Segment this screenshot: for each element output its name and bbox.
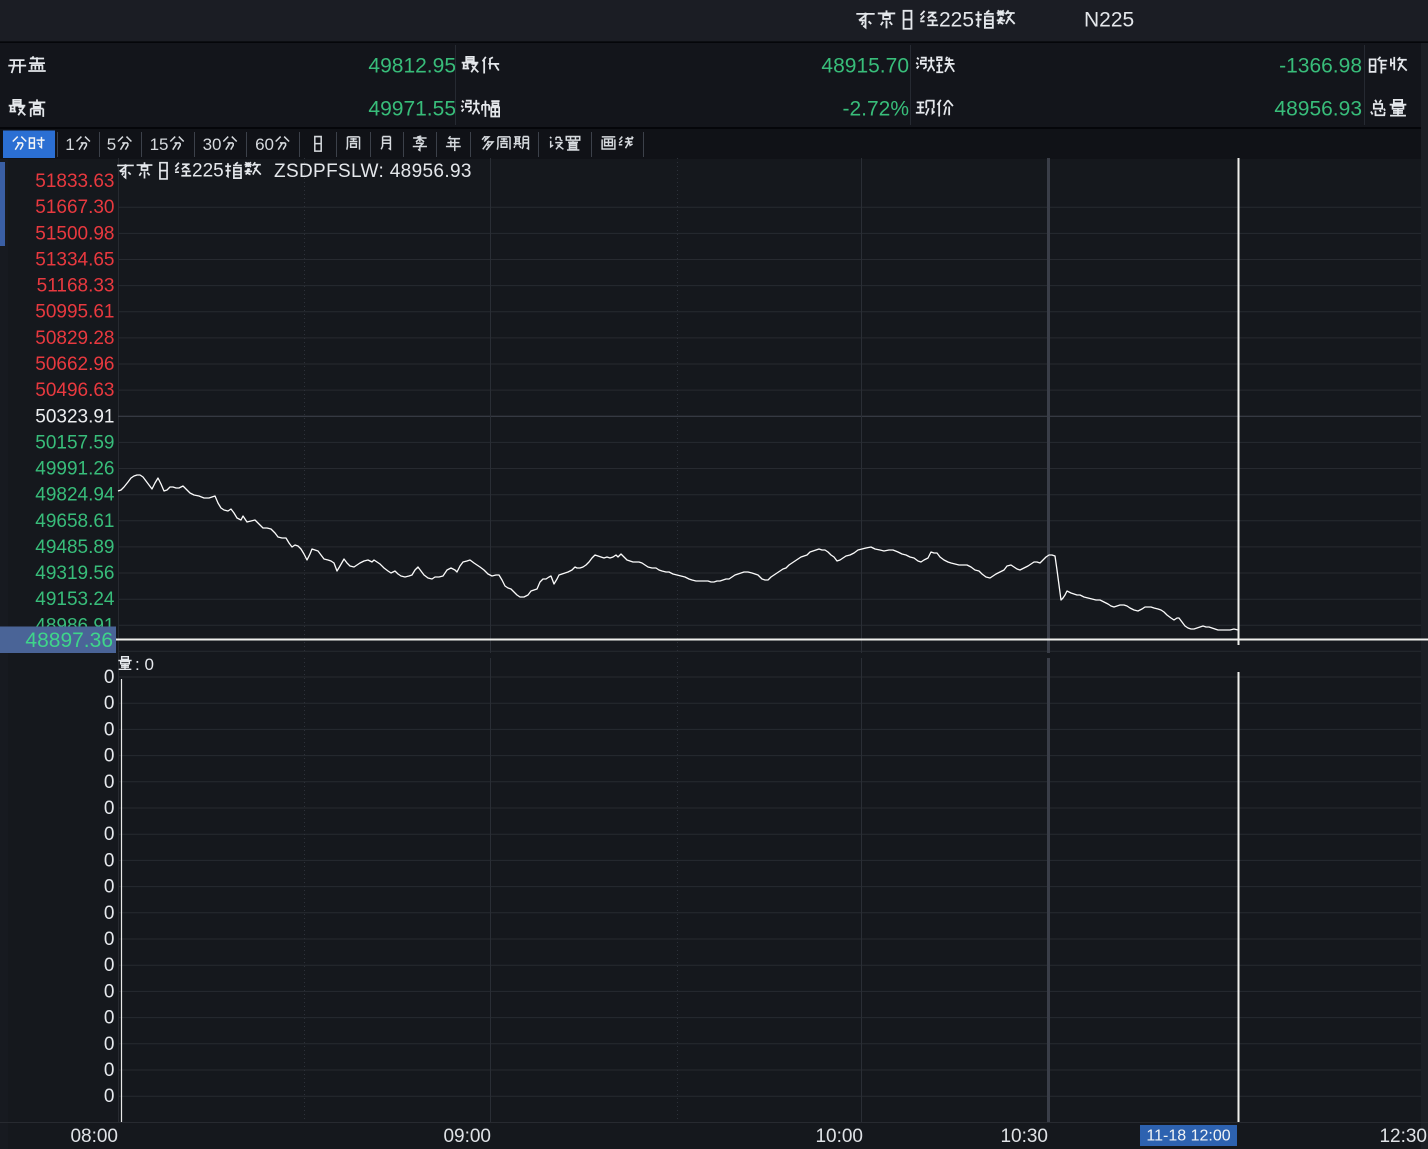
svg-text:5: 5 xyxy=(107,135,116,154)
svg-text:49824.94: 49824.94 xyxy=(35,485,115,506)
svg-text:0: 0 xyxy=(104,1060,115,1081)
svg-text:49812.95: 49812.95 xyxy=(368,55,456,78)
svg-text:51500.98: 51500.98 xyxy=(35,223,114,244)
svg-text:30: 30 xyxy=(203,135,222,154)
svg-text:0: 0 xyxy=(104,903,115,924)
svg-text:10:00: 10:00 xyxy=(815,1126,863,1147)
svg-text:60: 60 xyxy=(255,135,274,154)
svg-text:225: 225 xyxy=(939,9,974,32)
svg-text:50662.96: 50662.96 xyxy=(35,354,114,375)
svg-text:51833.63: 51833.63 xyxy=(35,171,114,192)
svg-text:48897.36: 48897.36 xyxy=(25,629,113,652)
svg-text:49971.55: 49971.55 xyxy=(368,98,456,121)
svg-text:0: 0 xyxy=(104,798,115,819)
svg-text:50995.61: 50995.61 xyxy=(35,302,114,323)
svg-text:ZSDPFSLW: 48956.93: ZSDPFSLW: 48956.93 xyxy=(274,161,472,182)
svg-text:-1366.98: -1366.98 xyxy=(1279,55,1362,78)
svg-text:10:30: 10:30 xyxy=(1000,1126,1048,1147)
svg-text:51168.33: 51168.33 xyxy=(37,276,115,297)
svg-text:: 0: : 0 xyxy=(135,655,154,674)
svg-text:48956.93: 48956.93 xyxy=(1274,98,1362,121)
svg-text:15: 15 xyxy=(150,135,169,154)
svg-text:0: 0 xyxy=(104,719,115,740)
svg-text:50829.28: 50829.28 xyxy=(35,328,114,349)
svg-text:0: 0 xyxy=(104,1008,115,1029)
svg-text:49485.89: 49485.89 xyxy=(35,537,114,558)
svg-text:09:00: 09:00 xyxy=(443,1126,491,1147)
svg-text:0: 0 xyxy=(104,824,115,845)
svg-text:49991.26: 49991.26 xyxy=(35,459,114,480)
svg-text:0: 0 xyxy=(104,772,115,793)
svg-text:51667.30: 51667.30 xyxy=(35,197,114,218)
svg-text:50496.63: 50496.63 xyxy=(35,380,114,401)
svg-text:50323.91: 50323.91 xyxy=(35,406,114,427)
svg-text:12:30: 12:30 xyxy=(1379,1126,1427,1147)
svg-text:0: 0 xyxy=(104,667,115,688)
svg-text:0: 0 xyxy=(104,981,115,1002)
svg-text:50157.59: 50157.59 xyxy=(35,432,114,453)
svg-text:0: 0 xyxy=(104,929,115,950)
svg-text:0: 0 xyxy=(104,746,115,767)
svg-text:0: 0 xyxy=(104,1034,115,1055)
svg-text:51334.65: 51334.65 xyxy=(35,250,114,271)
svg-text:49658.61: 49658.61 xyxy=(35,511,114,532)
svg-text:0: 0 xyxy=(104,1086,115,1107)
svg-text:1: 1 xyxy=(65,135,74,154)
svg-text:48915.70: 48915.70 xyxy=(821,55,909,78)
svg-text:0: 0 xyxy=(104,693,115,714)
svg-text:N225: N225 xyxy=(1084,9,1134,32)
svg-text:0: 0 xyxy=(104,850,115,871)
svg-text:49319.56: 49319.56 xyxy=(35,563,114,584)
svg-text:08:00: 08:00 xyxy=(70,1126,118,1147)
svg-text:225: 225 xyxy=(192,161,224,182)
svg-text:0: 0 xyxy=(104,877,115,898)
svg-text:0: 0 xyxy=(104,955,115,976)
svg-text:-2.72%: -2.72% xyxy=(842,98,909,121)
svg-text:49153.24: 49153.24 xyxy=(35,589,115,610)
svg-text:11-18 12:00: 11-18 12:00 xyxy=(1146,1128,1230,1145)
